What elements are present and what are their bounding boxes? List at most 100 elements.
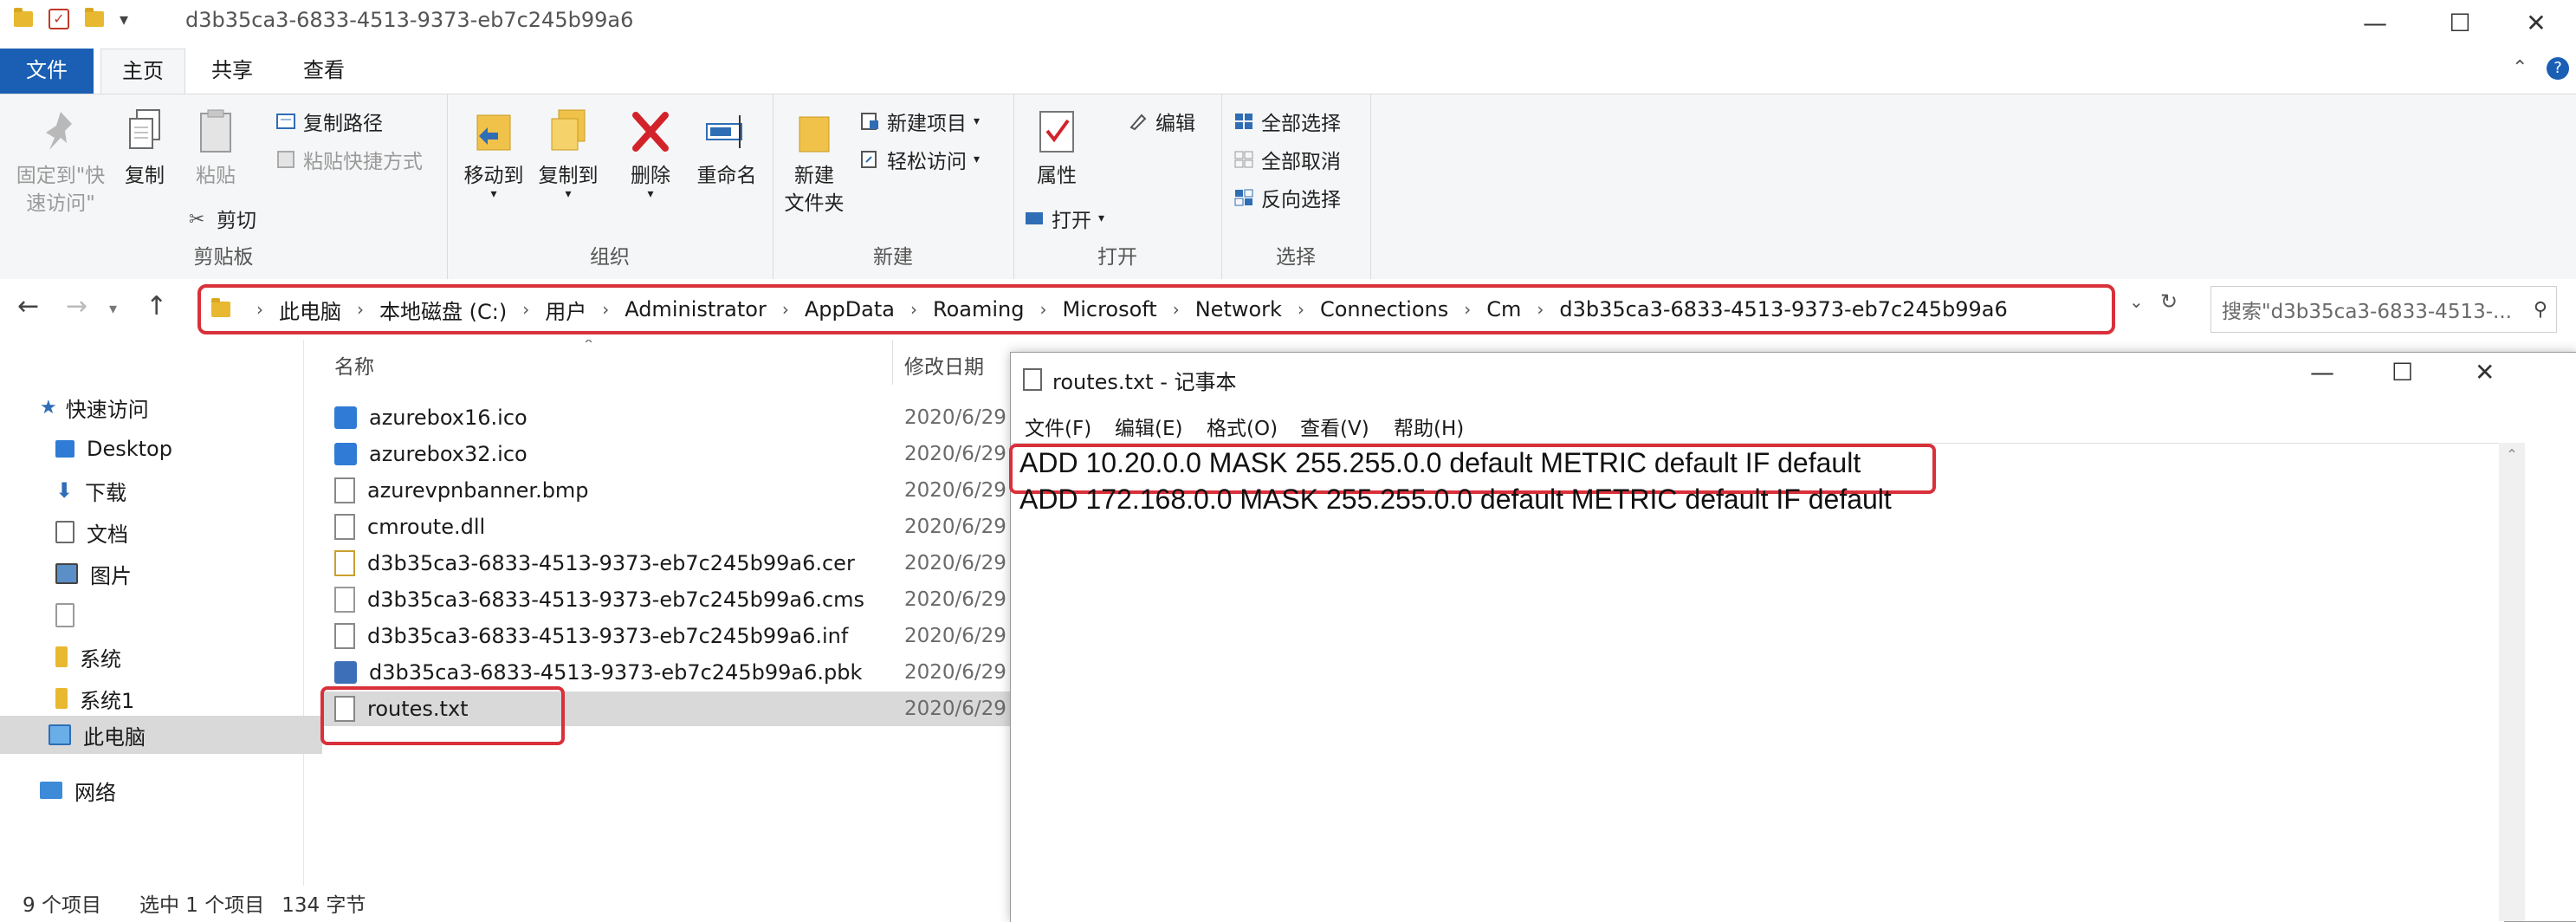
- search-icon[interactable]: ⚲: [2534, 299, 2547, 321]
- crumb-roaming[interactable]: Roaming: [933, 297, 1024, 321]
- menu-help[interactable]: 帮助(H): [1394, 412, 1464, 441]
- nav-desktop[interactable]: Desktop 📌: [0, 430, 355, 468]
- nav-network[interactable]: 网络: [0, 771, 340, 809]
- rename-button[interactable]: 重命名: [689, 107, 764, 190]
- delete-button[interactable]: 删除 ▾: [620, 107, 681, 200]
- file-row[interactable]: d3b35ca3-6833-4513-9373-eb7c245b99a6.inf…: [322, 619, 1012, 653]
- tab-view[interactable]: 查看: [289, 49, 359, 94]
- notepad-icon: [1023, 368, 1042, 391]
- notepad-menu-bar: 文件(F) 编辑(E) 格式(O) 查看(V) 帮助(H): [1011, 405, 2576, 443]
- tab-share[interactable]: 共享: [197, 49, 267, 94]
- invert-selection-button[interactable]: 反向选择: [1233, 183, 1341, 212]
- notepad-window: routes.txt - 记事本 — ☐ ✕ 文件(F) 编辑(E) 格式(O)…: [1009, 352, 2576, 922]
- paste-shortcut-button[interactable]: 粘贴快捷方式: [275, 145, 423, 174]
- file-row[interactable]: d3b35ca3-6833-4513-9373-eb7c245b99a6.cer…: [322, 546, 1012, 581]
- notepad-vertical-scrollbar[interactable]: ⌃: [2499, 443, 2525, 921]
- file-row[interactable]: d3b35ca3-6833-4513-9373-eb7c245b99a6.cms…: [322, 582, 1012, 617]
- nav-this-pc[interactable]: 此电脑: [0, 716, 348, 754]
- crumb-local-disk[interactable]: 本地磁盘 (C:): [379, 295, 507, 325]
- crumb-cm[interactable]: Cm: [1486, 297, 1521, 321]
- nav-folder-system[interactable]: 系统: [0, 638, 355, 676]
- file-row[interactable]: azurebox32.ico 2020/6/29: [322, 437, 1012, 471]
- edit-button[interactable]: 编辑: [1128, 107, 1195, 136]
- recent-locations-icon[interactable]: ▾: [109, 300, 117, 318]
- close-button[interactable]: ✕: [2496, 0, 2576, 45]
- address-dropdown-icon[interactable]: ⌄: [2129, 291, 2144, 312]
- refresh-icon[interactable]: ↻: [2160, 289, 2178, 314]
- open-button[interactable]: 打开 ▾: [1024, 204, 1104, 233]
- help-icon[interactable]: ?: [2547, 57, 2569, 80]
- search-input[interactable]: 搜索"d3b35ca3-6833-4513-... ⚲: [2210, 286, 2557, 333]
- new-folder-button[interactable]: 新建 文件夹: [781, 107, 847, 218]
- breadcrumb-separator-icon[interactable]: ›: [910, 299, 917, 320]
- crumb-connections[interactable]: Connections: [1320, 297, 1448, 321]
- menu-view[interactable]: 查看(V): [1300, 412, 1369, 441]
- notepad-minimize-button[interactable]: —: [2310, 358, 2334, 386]
- crumb-current-folder[interactable]: d3b35ca3-6833-4513-9373-eb7c245b99a6: [1559, 297, 2007, 321]
- easy-access-button[interactable]: 轻松访问 ▾: [859, 145, 980, 174]
- maximize-button[interactable]: ☐: [2420, 0, 2500, 45]
- breadcrumb-separator-icon[interactable]: ›: [1464, 299, 1471, 320]
- copy-button[interactable]: 复制: [114, 107, 175, 190]
- file-row[interactable]: azurebox16.ico 2020/6/29: [322, 400, 1012, 435]
- copy-path-button[interactable]: 复制路径: [275, 107, 383, 136]
- crumb-appdata[interactable]: AppData: [805, 297, 895, 321]
- cut-button[interactable]: ✂ 剪切: [189, 204, 256, 233]
- breadcrumb-separator-icon[interactable]: ›: [1040, 299, 1047, 320]
- scroll-up-icon[interactable]: ⌃: [2499, 446, 2525, 463]
- breadcrumb-separator-icon[interactable]: ›: [1537, 299, 1544, 320]
- paste-button[interactable]: 粘贴: [185, 107, 246, 190]
- properties-button[interactable]: 属性: [1022, 107, 1091, 190]
- move-to-button[interactable]: 移动到 ▾: [459, 107, 528, 200]
- tab-file[interactable]: 文件: [0, 49, 94, 94]
- menu-format[interactable]: 格式(O): [1207, 412, 1278, 441]
- notepad-maximize-button[interactable]: ☐: [2392, 358, 2413, 386]
- properties-check-icon[interactable]: ✓: [49, 9, 69, 29]
- file-row[interactable]: azurevpnbanner.bmp 2020/6/29: [322, 473, 1012, 508]
- nav-documents[interactable]: 文档 📌: [0, 513, 355, 551]
- nav-downloads[interactable]: ⬇ 下载 📌: [0, 471, 355, 510]
- forward-arrow-icon[interactable]: →: [66, 291, 87, 321]
- crumb-users[interactable]: 用户: [545, 295, 586, 325]
- copy-to-button[interactable]: 复制到 ▾: [534, 107, 603, 200]
- breadcrumb-separator-icon[interactable]: ›: [357, 299, 364, 320]
- nav-unnamed[interactable]: [0, 596, 355, 634]
- file-row[interactable]: cmroute.dll 2020/6/29: [322, 510, 1012, 544]
- breadcrumb-separator-icon[interactable]: ›: [522, 299, 529, 320]
- crumb-this-pc[interactable]: 此电脑: [279, 295, 341, 325]
- collapse-ribbon-icon[interactable]: ⌃: [2512, 57, 2527, 79]
- crumb-microsoft[interactable]: Microsoft: [1063, 297, 1157, 321]
- new-folder-icon[interactable]: [85, 8, 104, 27]
- up-arrow-icon[interactable]: ↑: [146, 291, 167, 321]
- tab-home[interactable]: 主页: [100, 49, 185, 94]
- column-header-modified[interactable]: 修改日期: [904, 350, 984, 380]
- nav-folder-system1[interactable]: 系统1: [0, 679, 355, 717]
- menu-file[interactable]: 文件(F): [1025, 412, 1091, 441]
- new-item-button[interactable]: 新建项目 ▾: [859, 107, 980, 136]
- crumb-network[interactable]: Network: [1195, 297, 1282, 321]
- open-label: 打开: [1052, 210, 1091, 232]
- copy-path-icon: [275, 112, 296, 131]
- notepad-close-button[interactable]: ✕: [2475, 358, 2495, 386]
- address-bar[interactable]: › 此电脑 › 本地磁盘 (C:) › 用户 › Administrator ›…: [197, 284, 2115, 334]
- customize-toolbar-icon[interactable]: ▾: [120, 9, 128, 29]
- breadcrumb-separator-icon[interactable]: ›: [602, 299, 609, 320]
- breadcrumb-separator-icon[interactable]: ›: [782, 299, 789, 320]
- breadcrumb-separator-icon[interactable]: ›: [1298, 299, 1304, 320]
- column-header-name[interactable]: 名称: [334, 350, 374, 380]
- crumb-administrator[interactable]: Administrator: [625, 297, 767, 321]
- minimize-button[interactable]: —: [2335, 0, 2415, 45]
- select-all-button[interactable]: 全部选择: [1233, 107, 1341, 136]
- column-divider[interactable]: [892, 340, 893, 385]
- nav-pictures[interactable]: 图片 📌: [0, 555, 355, 593]
- select-none-button[interactable]: 全部取消: [1233, 145, 1341, 174]
- nav-quick-access[interactable]: ★ 快速访问: [0, 388, 340, 426]
- pin-quick-access-button[interactable]: 固定到"快 速访问": [7, 107, 114, 218]
- file-row[interactable]: d3b35ca3-6833-4513-9373-eb7c245b99a6.pbk…: [322, 655, 1012, 690]
- notepad-text-area[interactable]: ADD 10.20.0.0 MASK 255.255.0.0 default M…: [1009, 443, 2504, 922]
- window-title: d3b35ca3-6833-4513-9373-eb7c245b99a6: [185, 8, 634, 32]
- back-arrow-icon[interactable]: ←: [17, 291, 39, 321]
- breadcrumb-separator-icon[interactable]: ›: [256, 299, 263, 320]
- breadcrumb-separator-icon[interactable]: ›: [1173, 299, 1180, 320]
- menu-edit[interactable]: 编辑(E): [1115, 412, 1182, 441]
